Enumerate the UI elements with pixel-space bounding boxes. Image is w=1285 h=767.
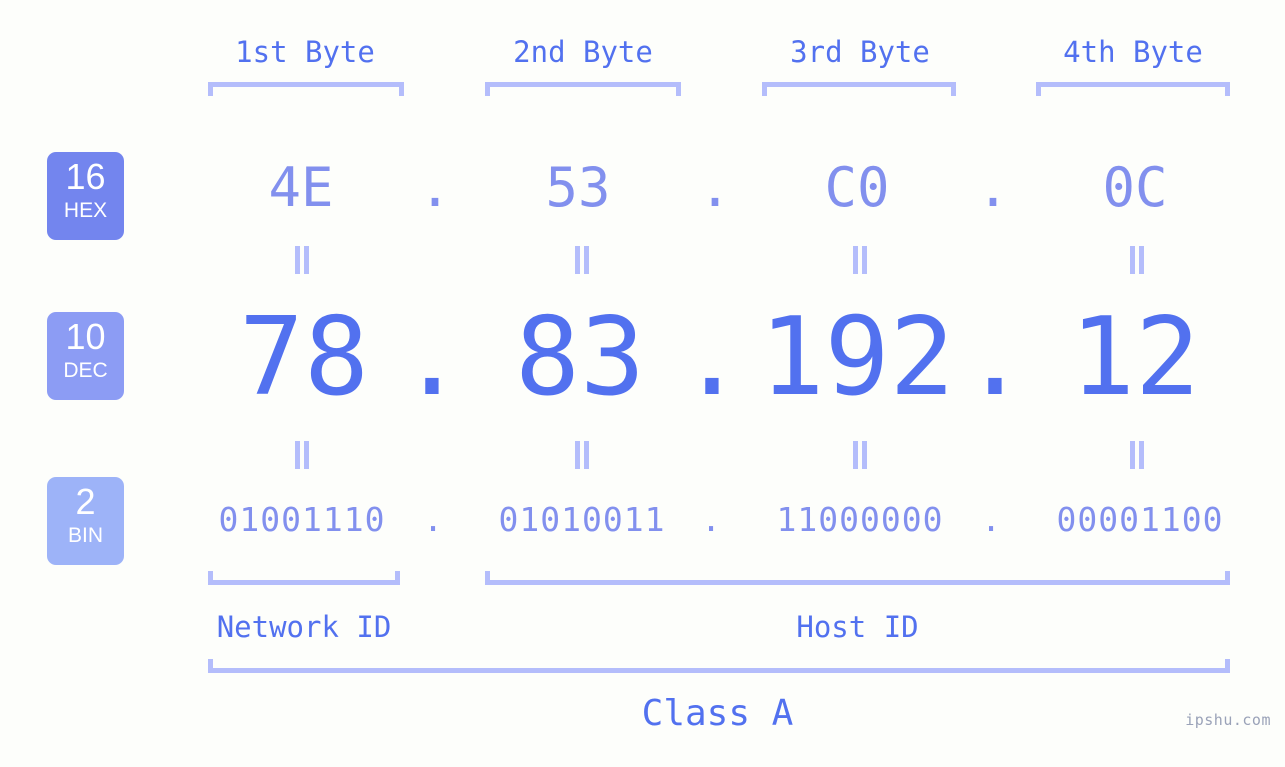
byte-header-4: 4th Byte — [1063, 35, 1203, 69]
bin-value-byte-4: 00001100 — [1056, 500, 1224, 539]
hex-separator-2: . — [698, 156, 732, 219]
hex-value-byte-3: C0 — [824, 156, 890, 219]
equals-marker-dec-bin-4 — [1124, 441, 1148, 469]
network-id-label: Network ID — [216, 610, 392, 644]
base-badge-hex[interactable]: 16 HEX — [47, 152, 124, 240]
site-watermark: ipshu.com — [1185, 711, 1271, 729]
byte-bracket-3 — [762, 82, 956, 96]
byte-header-1: 1st Byte — [235, 35, 375, 69]
byte-header-2: 2nd Byte — [513, 35, 653, 69]
network-id-bracket — [208, 571, 400, 585]
dec-value-byte-3: 192 — [759, 295, 955, 420]
byte-header-3: 3rd Byte — [790, 35, 930, 69]
bin-separator-1: . — [423, 500, 443, 539]
dec-value-byte-4: 12 — [1069, 295, 1201, 420]
bin-value-byte-2: 01010011 — [498, 500, 666, 539]
base-badge-bin-name: BIN — [67, 524, 103, 547]
class-label: Class A — [641, 693, 794, 734]
bin-separator-2: . — [701, 500, 721, 539]
hex-separator-1: . — [418, 156, 452, 219]
equals-marker-hex-dec-4 — [1124, 246, 1148, 274]
dec-separator-2: . — [679, 295, 745, 420]
bin-value-byte-1: 01001110 — [218, 500, 386, 539]
base-badge-bin[interactable]: 2 BIN — [47, 477, 124, 565]
equals-marker-dec-bin-1 — [289, 441, 313, 469]
base-badge-hex-number: 16 — [65, 156, 106, 197]
base-badge-hex-name: HEX — [63, 199, 108, 222]
equals-marker-dec-bin-3 — [847, 441, 871, 469]
byte-bracket-1 — [208, 82, 404, 96]
hex-value-byte-4: 0C — [1102, 156, 1168, 219]
equals-marker-hex-dec-2 — [569, 246, 593, 274]
host-id-bracket — [485, 571, 1230, 585]
base-badge-dec-name: DEC — [63, 359, 108, 382]
dec-value-byte-2: 83 — [514, 295, 646, 420]
equals-marker-dec-bin-2 — [569, 441, 593, 469]
byte-bracket-2 — [485, 82, 681, 96]
class-bracket — [208, 659, 1230, 673]
base-badge-bin-number: 2 — [75, 481, 96, 522]
dec-separator-3: . — [962, 295, 1028, 420]
hex-value-byte-1: 4E — [268, 156, 334, 219]
hex-separator-3: . — [976, 156, 1010, 219]
base-badge-dec[interactable]: 10 DEC — [47, 312, 124, 400]
dec-separator-1: . — [399, 295, 465, 420]
bin-separator-3: . — [981, 500, 1001, 539]
dec-value-byte-1: 78 — [238, 295, 370, 420]
ip-address-breakdown-diagram: 1st Byte 2nd Byte 3rd Byte 4th Byte 16 H… — [0, 0, 1285, 767]
base-badge-dec-number: 10 — [65, 316, 106, 357]
bin-value-byte-3: 11000000 — [776, 500, 944, 539]
equals-marker-hex-dec-3 — [847, 246, 871, 274]
byte-bracket-4 — [1036, 82, 1230, 96]
hex-value-byte-2: 53 — [545, 156, 611, 219]
host-id-label: Host ID — [796, 610, 919, 644]
equals-marker-hex-dec-1 — [289, 246, 313, 274]
